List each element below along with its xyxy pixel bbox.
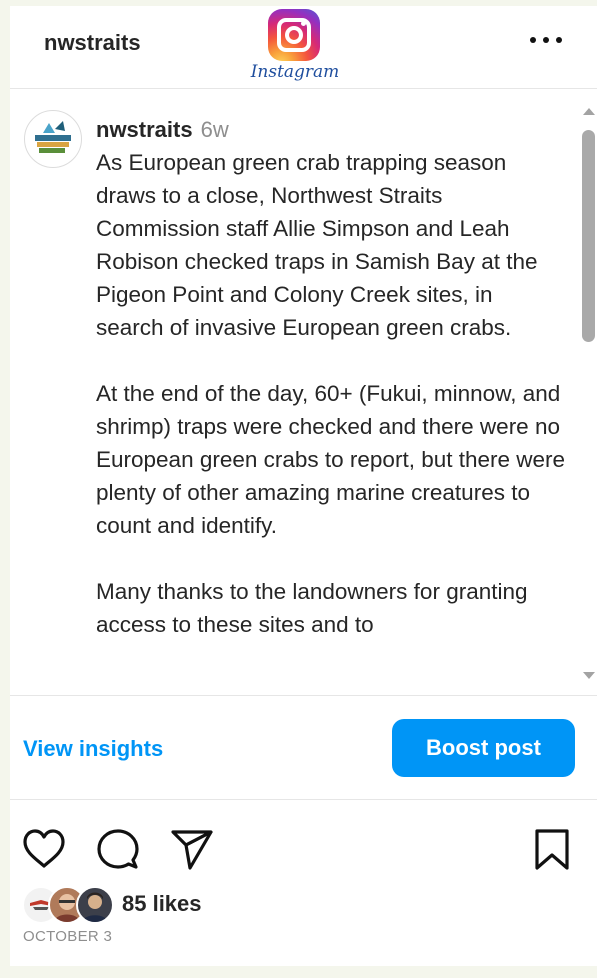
post-card: nwstraits Instagram nwstraits 6w As Europ… [10, 6, 597, 966]
instagram-wordmark: Instagram [250, 62, 340, 82]
header-username[interactable]: nwstraits [44, 30, 141, 56]
share-icon[interactable] [170, 828, 214, 872]
author-avatar[interactable] [24, 110, 82, 168]
heart-icon[interactable] [22, 828, 66, 870]
divider [10, 799, 597, 800]
bookmark-icon[interactable] [534, 828, 570, 872]
post-date: OCTOBER 3 [23, 928, 113, 945]
caption-paragraph: Many thanks to the landowners for granti… [96, 579, 528, 637]
liker-avatars[interactable] [22, 886, 132, 924]
boost-post-button[interactable]: Boost post [392, 719, 575, 777]
caption-author[interactable]: nwstraits [96, 117, 193, 142]
more-options-icon[interactable] [526, 28, 566, 52]
post-age[interactable]: 6w [201, 117, 229, 142]
comment-icon[interactable] [96, 828, 140, 872]
post-header: nwstraits Instagram [10, 6, 597, 89]
likes-count[interactable]: 85 likes [122, 891, 202, 917]
instagram-logo-icon [268, 9, 320, 61]
caption-header: nwstraits 6w [96, 114, 566, 146]
divider [10, 695, 597, 696]
caption-scrollbar[interactable] [580, 102, 597, 687]
scroll-down-arrow-icon[interactable] [583, 672, 595, 679]
liker-avatar [76, 886, 114, 924]
scroll-thumb[interactable] [582, 130, 595, 342]
post-caption: nwstraits 6w As European green crab trapp… [96, 114, 566, 694]
view-insights-link[interactable]: View insights [23, 736, 163, 762]
caption-paragraph: At the end of the day, 60+ (Fukui, minno… [96, 381, 566, 538]
caption-paragraph: As European green crab trapping season d… [96, 150, 538, 340]
scroll-up-arrow-icon[interactable] [583, 108, 595, 115]
